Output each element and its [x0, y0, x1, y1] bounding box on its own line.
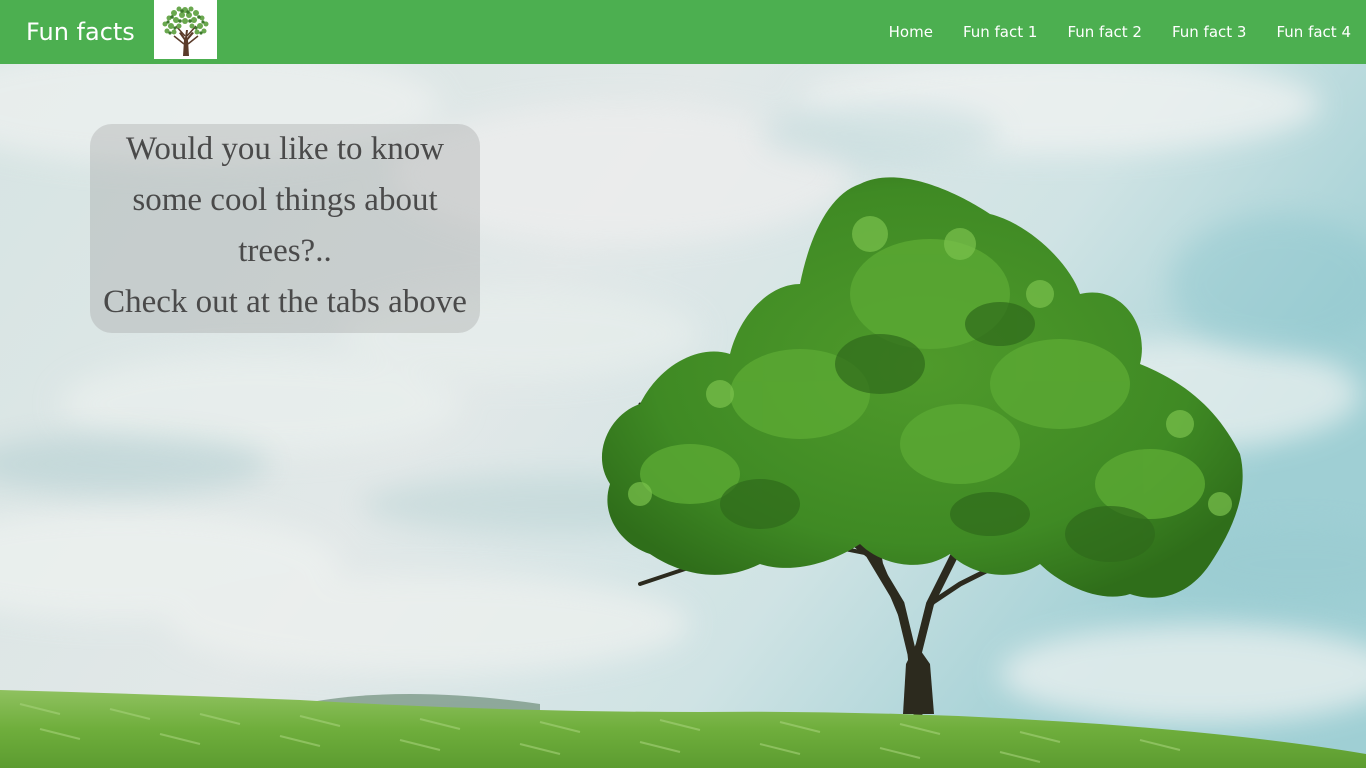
nav-link-home[interactable]: Home	[874, 0, 948, 64]
hero-message-box: Would you like to know some cool things …	[90, 124, 480, 333]
hero-message-line: Would you like to know	[125, 131, 445, 167]
navbar: Fun facts Home Fun fact 1 Fun fact 2 Fun…	[0, 0, 1366, 64]
page: Fun facts Home Fun fact 1 Fun fact 2 Fun…	[0, 0, 1366, 768]
brand-link[interactable]: Fun facts	[26, 17, 135, 47]
hero-message-line: some cool things about	[132, 182, 438, 218]
nav-links: Home Fun fact 1 Fun fact 2 Fun fact 3 Fu…	[874, 0, 1366, 64]
tree-logo-icon[interactable]	[154, 0, 217, 59]
hero-message-line: trees?..	[238, 233, 332, 269]
nav-link-fun-fact-4[interactable]: Fun fact 4	[1261, 0, 1366, 64]
hero-message-line: Check out at the tabs above	[103, 284, 467, 320]
nav-link-fun-fact-2[interactable]: Fun fact 2	[1052, 0, 1157, 64]
nav-link-fun-fact-1[interactable]: Fun fact 1	[948, 0, 1053, 64]
nav-link-fun-fact-3[interactable]: Fun fact 3	[1157, 0, 1262, 64]
